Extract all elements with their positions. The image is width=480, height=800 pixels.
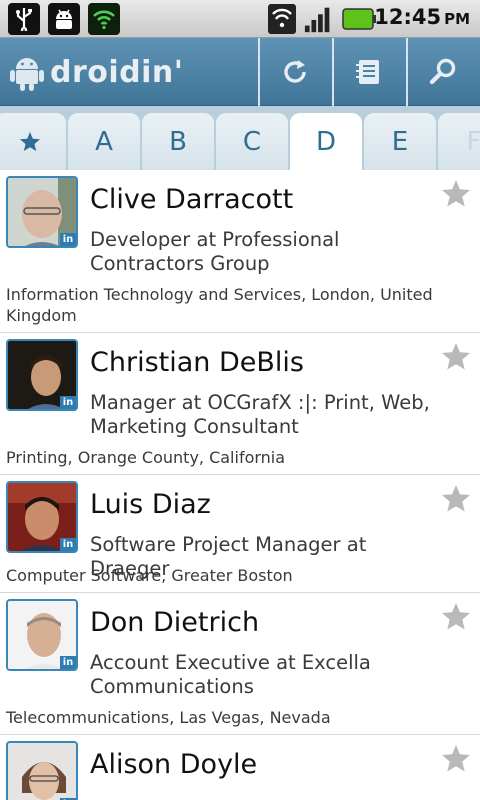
clock: 12:45 PM [374,5,470,29]
contact-name: Luis Diaz [90,489,211,520]
contact-name: Christian DeBlis [90,347,304,378]
refresh-button[interactable] [258,38,330,106]
search-button[interactable] [406,38,478,106]
app-bar: droidin' [0,38,480,106]
android-debug-icon [48,3,80,35]
wifi-shield-icon [88,3,120,35]
list-item[interactable]: in Christian DeBlis Manager at OCGrafX :… [0,333,480,475]
tab-e[interactable]: E [364,113,436,170]
avatar: in [6,741,78,800]
tab-c[interactable]: C [216,113,288,170]
usb-icon [8,3,40,35]
contact-list: in Clive Darracott Developer at Professi… [0,170,480,800]
contact-meta: Information Technology and Services, Lon… [6,285,433,325]
status-bar: 12:45 PM [0,0,480,38]
tab-b[interactable]: B [142,113,214,170]
avatar: in [6,339,78,411]
linkedin-badge-icon: in [60,233,76,246]
tab-f[interactable]: F [438,113,480,170]
contact-name: Don Dietrich [90,607,260,638]
alphabet-tabs: A B C D E F [0,106,480,170]
linkedin-badge-icon: in [60,396,76,409]
favorite-star-icon[interactable] [440,341,472,373]
contact-name: Clive Darracott [90,184,294,215]
list-item[interactable]: in Luis Diaz Software Project Manager at… [0,475,480,593]
contact-meta: Printing, Orange County, California [6,448,286,467]
app-logo: droidin' [10,52,183,92]
favorite-star-icon[interactable] [440,601,472,633]
avatar: in [6,176,78,248]
battery-icon [342,3,376,35]
favorite-star-icon[interactable] [440,178,472,210]
app-title: droidin' [50,54,184,90]
cell-signal-icon [303,3,335,35]
contact-headline: Manager at OCGrafX :|: Print, Web, Marke… [90,391,430,438]
tab-favorites[interactable] [0,113,66,170]
android-logo-icon [10,58,44,91]
search-icon [429,58,456,85]
compose-button[interactable] [332,38,404,106]
linkedin-badge-icon: in [60,538,76,551]
avatar: in [6,481,78,553]
avatar: in [6,599,78,671]
list-item[interactable]: in Don Dietrich Account Executive at Exc… [0,593,480,735]
list-item[interactable]: in Alison Doyle [0,735,480,800]
contact-meta: Computer Software, Greater Boston [6,566,293,585]
contact-name: Alison Doyle [90,749,258,780]
favorite-star-icon[interactable] [440,483,472,515]
favorites-star-icon [20,131,40,151]
tab-d[interactable]: D [290,113,362,170]
clock-time: 12:45 [374,5,442,29]
contact-headline: Account Executive at Excella Communicati… [90,651,371,698]
refresh-icon [284,60,306,83]
list-item[interactable]: in Clive Darracott Developer at Professi… [0,170,480,333]
tab-a[interactable]: A [68,113,140,170]
compose-icon [356,60,379,84]
contact-meta: Telecommunications, Las Vegas, Nevada [6,708,331,727]
linkedin-badge-icon: in [60,656,76,669]
clock-ampm: PM [444,10,470,28]
favorite-star-icon[interactable] [440,743,472,775]
contact-headline: Developer at Professional Contractors Gr… [90,228,340,275]
wifi-signal-icon [266,3,298,35]
